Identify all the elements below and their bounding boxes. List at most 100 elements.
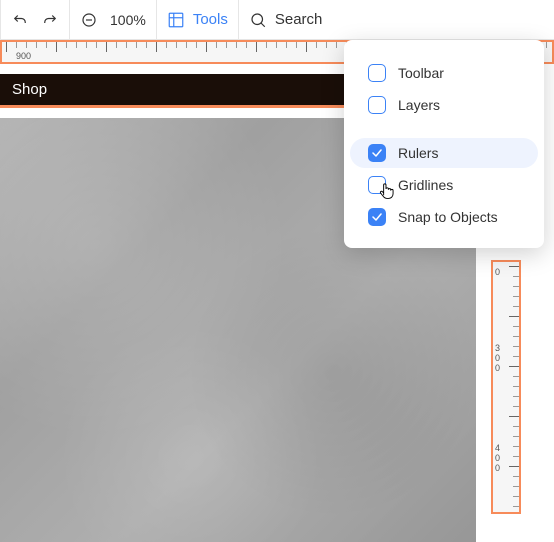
- ruler-tick: [206, 42, 207, 52]
- ruler-tick: [6, 42, 7, 52]
- ruler-tick: [56, 42, 57, 52]
- undo-button[interactable]: [11, 0, 29, 40]
- search-group: Search: [239, 0, 333, 40]
- ruler-tick: [513, 326, 519, 327]
- nav-shop-link[interactable]: Shop: [12, 81, 47, 98]
- ruler-tick: [46, 42, 47, 48]
- menu-group-2: RulersGridlines Snap to Objects: [344, 138, 544, 232]
- menu-item-gridlines[interactable]: Gridlines: [350, 170, 538, 200]
- ruler-tick: [276, 42, 277, 48]
- ruler-tick: [513, 476, 519, 477]
- ruler-tick: [136, 42, 137, 48]
- ruler-tick: [513, 486, 519, 487]
- ruler-tick: [216, 42, 217, 48]
- menu-group-1: Toolbar Layers: [344, 58, 544, 120]
- ruler-tick: [166, 42, 167, 48]
- ruler-tick: [513, 286, 519, 287]
- search-icon: [249, 11, 267, 29]
- ruler-tick: [76, 42, 77, 48]
- top-toolbar: 100% Tools Search: [0, 0, 554, 40]
- ruler-tick: [96, 42, 97, 48]
- ruler-tick: [513, 446, 519, 447]
- ruler-v-number: 0: [495, 364, 500, 373]
- ruler-tick: [513, 336, 519, 337]
- ruler-tick: [513, 356, 519, 357]
- tools-dropdown: Toolbar Layers RulersGridlines Snap to Obj…: [344, 40, 544, 248]
- ruler-tick: [226, 42, 227, 48]
- ruler-tick: [16, 42, 17, 48]
- checkbox[interactable]: [368, 96, 386, 114]
- tools-label: Tools: [193, 11, 228, 28]
- ruler-tick: [513, 346, 519, 347]
- ruler-tick: [196, 42, 197, 48]
- zoom-out-button[interactable]: [80, 0, 98, 40]
- ruler-tick: [513, 386, 519, 387]
- ruler-tick: [513, 456, 519, 457]
- ruler-tick: [509, 266, 519, 267]
- ruler-tick: [316, 42, 317, 48]
- ruler-v-number: 0: [495, 268, 500, 277]
- ruler-v-number: 0: [495, 464, 500, 473]
- history-group: [1, 0, 69, 40]
- ruler-tick: [146, 42, 147, 48]
- ruler-tick: [336, 42, 337, 48]
- ruler-v-number: 4: [495, 444, 500, 453]
- ruler-tick: [513, 436, 519, 437]
- ruler-tick: [513, 306, 519, 307]
- layout-icon: [167, 11, 185, 29]
- ruler-tick: [256, 42, 257, 52]
- ruler-tick: [186, 42, 187, 48]
- checkbox[interactable]: [368, 144, 386, 162]
- ruler-tick: [286, 42, 287, 48]
- ruler-tick: [509, 466, 519, 467]
- ruler-v-number: 3: [495, 344, 500, 353]
- menu-item-label: Toolbar: [398, 65, 444, 81]
- ruler-tick: [509, 416, 519, 417]
- ruler-tick: [513, 496, 519, 497]
- ruler-tick: [513, 406, 519, 407]
- menu-item-label: Layers: [398, 97, 440, 113]
- ruler-tick: [126, 42, 127, 48]
- ruler-v-number: 0: [495, 354, 500, 363]
- menu-item-label: Snap to Objects: [398, 209, 498, 225]
- ruler-tick: [509, 316, 519, 317]
- ruler-tick: [36, 42, 37, 48]
- ruler-v-number: 0: [495, 454, 500, 463]
- ruler-tick: [513, 426, 519, 427]
- ruler-tick: [236, 42, 237, 48]
- menu-item-rulers[interactable]: Rulers: [350, 138, 538, 168]
- ruler-tick: [306, 42, 307, 52]
- ruler-tick: [26, 42, 27, 48]
- ruler-tick: [296, 42, 297, 48]
- nav-bar: Shop: [0, 74, 344, 108]
- search-label: Search: [275, 11, 323, 28]
- ruler-tick: [86, 42, 87, 48]
- ruler-tick: [106, 42, 107, 52]
- search-button[interactable]: Search: [249, 0, 323, 40]
- tools-group: Tools: [157, 0, 238, 40]
- ruler-v-inner: 0300400: [493, 262, 519, 512]
- menu-item-layers[interactable]: Layers: [350, 90, 538, 120]
- checkbox[interactable]: [368, 176, 386, 194]
- ruler-tick: [66, 42, 67, 48]
- ruler-tick: [509, 366, 519, 367]
- zoom-level[interactable]: 100%: [110, 12, 146, 28]
- app-root: 100% Tools Search 900 S: [0, 0, 554, 542]
- ruler-tick: [156, 42, 157, 52]
- ruler-tick: [513, 276, 519, 277]
- menu-item-snap-to-objects[interactable]: Snap to Objects: [350, 202, 538, 232]
- ruler-tick: [513, 506, 519, 507]
- ruler-tick: [176, 42, 177, 48]
- menu-gap: [344, 120, 544, 138]
- ruler-h-number: 900: [16, 51, 31, 61]
- redo-button[interactable]: [41, 0, 59, 40]
- checkbox[interactable]: [368, 208, 386, 226]
- checkbox[interactable]: [368, 64, 386, 82]
- ruler-tick: [266, 42, 267, 48]
- ruler-tick: [246, 42, 247, 48]
- ruler-tick: [513, 376, 519, 377]
- menu-item-toolbar[interactable]: Toolbar: [350, 58, 538, 88]
- tools-button[interactable]: Tools: [167, 0, 228, 40]
- vertical-ruler[interactable]: 0300400: [491, 260, 521, 514]
- zoom-group: 100%: [70, 0, 156, 40]
